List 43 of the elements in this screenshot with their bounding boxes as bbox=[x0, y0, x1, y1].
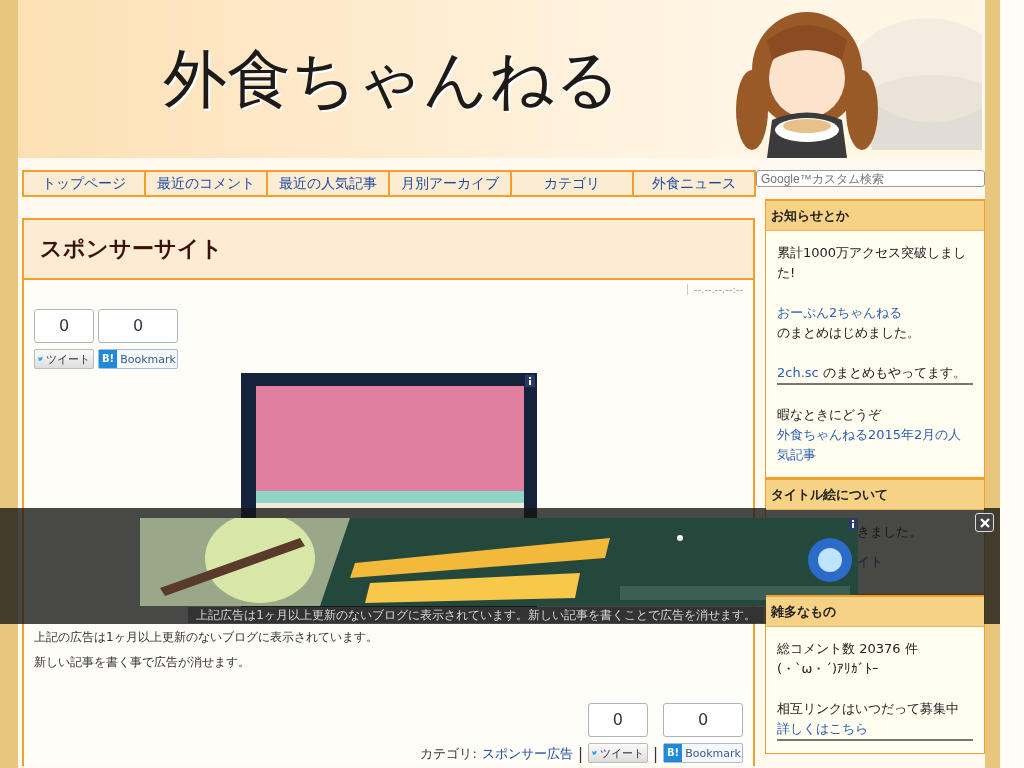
info-icon bbox=[848, 518, 858, 530]
section-heading: 雑多なもの bbox=[766, 595, 984, 627]
post-date: --.--.--.--:-- bbox=[687, 284, 743, 295]
text-link[interactable]: 外食ちゃんねる2015年2月の人気記事 bbox=[777, 425, 973, 465]
hatena-badge: B! bbox=[664, 744, 683, 762]
nav-link[interactable]: 最近の人気記事 bbox=[266, 170, 388, 197]
section-heading: タイトル絵について bbox=[766, 478, 984, 510]
sidebar-text: 相互リンクはいつだって募集中 bbox=[777, 700, 960, 718]
sidebar-text: のまとめはじめました。 bbox=[777, 324, 921, 342]
category-link[interactable]: スポンサー広告 bbox=[481, 745, 573, 763]
share-count: 0 bbox=[663, 703, 743, 737]
sidebar-text: のまとめもやってます。 bbox=[821, 365, 966, 380]
bookmark-button[interactable]: B! Bookmark bbox=[98, 349, 178, 369]
nav-link[interactable]: 外食ニュース bbox=[632, 170, 756, 197]
sidebar-text: (・`ω・´)ｱﾘｶﾞﾄｰ bbox=[777, 660, 881, 678]
sidebar-text: 暇なときにどうぞ bbox=[777, 406, 882, 424]
nav-link[interactable]: 最近のコメント bbox=[144, 170, 266, 197]
nav-link[interactable]: 月別アーカイブ bbox=[388, 170, 510, 197]
ad-notice: 新しい記事を書く事で広告が消せます。 bbox=[34, 654, 251, 671]
sidebar-text: 累計1000万アクセス突破しました! bbox=[777, 244, 968, 282]
share-count: 0 bbox=[587, 703, 648, 737]
hatena-badge: B! bbox=[99, 350, 118, 368]
share-count: 0 bbox=[98, 309, 178, 343]
nav-link[interactable]: カテゴリ bbox=[510, 170, 632, 197]
tweet-button[interactable]: ツイート bbox=[34, 349, 94, 369]
share-count: 0 bbox=[34, 309, 94, 343]
article-title: スポンサーサイト bbox=[24, 220, 753, 280]
bookmark-button[interactable]: B! Bookmark bbox=[663, 743, 743, 763]
section-heading: お知らせとか bbox=[766, 199, 984, 231]
text-link[interactable]: 詳しくはこちら bbox=[777, 719, 973, 739]
search-field[interactable]: Google™カスタム検索 bbox=[756, 170, 985, 187]
separator: | bbox=[652, 745, 658, 763]
text-link[interactable]: おーぷん2ちゃんねる bbox=[777, 303, 973, 323]
site-title[interactable]: 外食ちゃんねる bbox=[163, 35, 621, 123]
category-label: カテゴリ: bbox=[420, 745, 477, 763]
close-button[interactable] bbox=[975, 513, 994, 532]
close-icon bbox=[979, 517, 990, 528]
separator: | bbox=[577, 745, 583, 763]
nav-link[interactable]: トップページ bbox=[22, 170, 144, 197]
ad-notice: 上記の広告は1ヶ月以上更新のないブログに表示されています。 bbox=[34, 629, 379, 646]
tweet-button[interactable]: ツイート bbox=[587, 743, 648, 763]
text-link[interactable]: 2ch.sc bbox=[777, 365, 819, 380]
sidebar-text: 総コメント数 20376 件 bbox=[777, 640, 919, 658]
